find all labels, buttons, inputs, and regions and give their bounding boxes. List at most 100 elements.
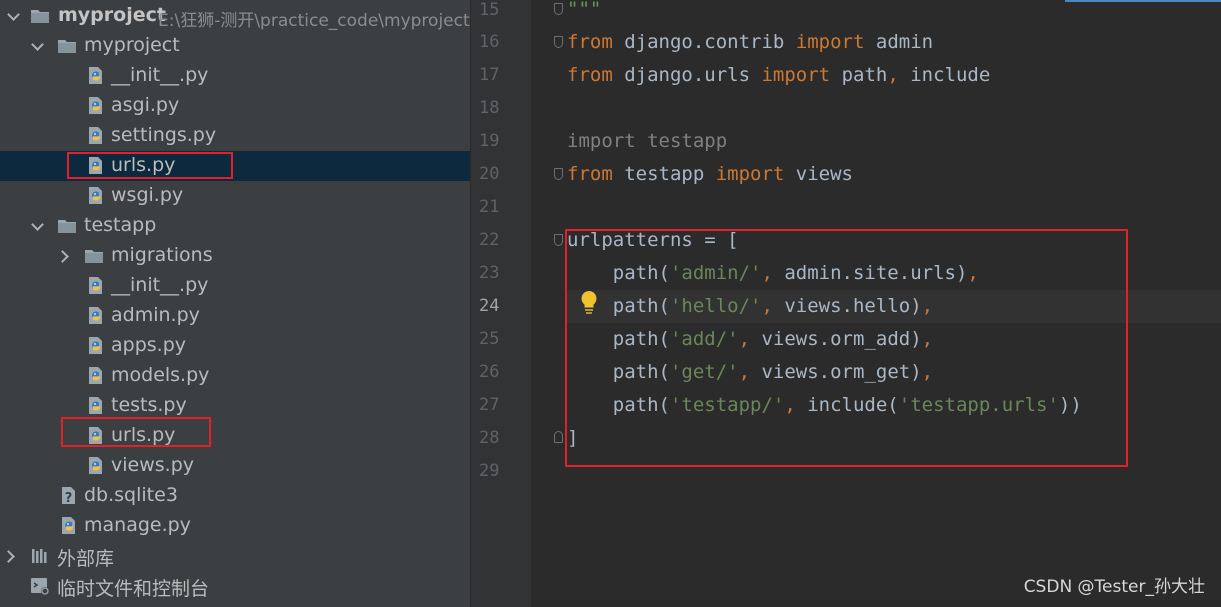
tree-item-external-libraries[interactable]: 外部库 — [0, 541, 470, 571]
line-number: 23 — [479, 263, 500, 283]
tree-item-label: __init__.py — [111, 274, 209, 296]
python-file-icon — [86, 456, 106, 476]
line-number: 21 — [479, 197, 500, 217]
tree-item-file[interactable]: manage.py — [0, 511, 470, 541]
tree-item-file[interactable]: views.py — [0, 451, 470, 481]
folder-icon — [57, 36, 77, 56]
tree-item-file[interactable]: __init__.py — [0, 61, 470, 91]
tree-item-label: myproject — [58, 4, 166, 26]
unused-import: import testapp — [567, 130, 728, 152]
punctuation: , — [887, 64, 899, 86]
line-number: 28 — [479, 428, 500, 448]
code-line-15: """ — [567, 0, 601, 26]
tree-item-label: __init__.py — [111, 64, 209, 86]
keyword: import — [715, 163, 785, 185]
tree-item-file[interactable]: apps.py — [0, 331, 470, 361]
code-line-16: from django.contrib import admin — [567, 26, 933, 59]
watermark: CSDN @Tester_孙大壮 — [1023, 577, 1205, 597]
keyword: from — [567, 64, 613, 86]
tree-item-testapp-folder[interactable]: testapp — [0, 211, 470, 241]
editor-tab-indicator — [1065, 0, 1221, 2]
fold-marker-icon[interactable] — [554, 431, 563, 443]
tree-item-file[interactable]: wsgi.py — [0, 181, 470, 211]
folder-icon — [30, 6, 50, 26]
tree-item-label: asgi.py — [111, 94, 180, 116]
keyword: import — [795, 31, 865, 53]
highlight-box-urlpatterns — [565, 229, 1128, 467]
line-number: 18 — [479, 98, 500, 118]
tree-item-migrations-folder[interactable]: migrations — [0, 241, 470, 271]
python-file-icon — [86, 126, 106, 146]
fold-marker-icon[interactable] — [554, 3, 563, 15]
line-number: 15 — [479, 0, 500, 20]
python-file-icon — [86, 276, 106, 296]
line-number: 25 — [479, 329, 500, 349]
tree-item-label: models.py — [111, 364, 210, 386]
tree-item-file[interactable]: settings.py — [0, 121, 470, 151]
python-file-icon — [59, 516, 79, 536]
tree-item-label: apps.py — [111, 334, 187, 356]
docstring-end: """ — [567, 0, 602, 20]
tree-item-label: 临时文件和控制台 — [57, 578, 210, 600]
tree-item-file[interactable]: admin.py — [0, 301, 470, 331]
library-icon — [30, 546, 50, 566]
python-file-icon — [86, 186, 106, 206]
line-number: 17 — [479, 65, 500, 85]
fold-marker-icon[interactable] — [554, 36, 563, 48]
keyword: import — [761, 64, 831, 86]
code-token: include — [898, 64, 991, 86]
chevron-right-icon[interactable] — [57, 249, 71, 263]
project-path: E:\狂狮-测开\practice_code\myproject — [158, 11, 470, 31]
tree-item-scratches[interactable]: 临时文件和控制台 — [0, 571, 470, 601]
chevron-right-icon[interactable] — [3, 549, 17, 563]
chevron-down-icon[interactable] — [6, 9, 20, 23]
tree-item-label: 外部库 — [57, 548, 115, 570]
tree-root-myproject[interactable]: myproject E:\狂狮-测开\practice_code\myproje… — [0, 1, 470, 31]
tree-item-label: manage.py — [84, 514, 191, 536]
code-token: admin — [864, 31, 934, 53]
highlight-box-urls-testapp — [61, 417, 211, 447]
python-file-icon — [86, 336, 106, 356]
python-file-icon — [86, 96, 106, 116]
tree-item-label: testapp — [84, 214, 157, 236]
tree-item-label: admin.py — [111, 304, 200, 326]
line-number: 22 — [479, 230, 500, 250]
tree-item-label: views.py — [111, 454, 194, 476]
tree-item-file[interactable]: __init__.py — [0, 271, 470, 301]
python-file-icon — [86, 366, 106, 386]
chevron-down-icon[interactable] — [30, 39, 44, 53]
code-token: django.urls — [612, 64, 762, 86]
line-number: 27 — [479, 395, 500, 415]
tree-item-label: migrations — [111, 244, 213, 266]
folder-icon — [57, 216, 77, 236]
tree-item-label: wsgi.py — [111, 184, 184, 206]
unknown-file-icon — [59, 486, 79, 506]
line-number: 16 — [479, 32, 500, 52]
chevron-down-icon[interactable] — [30, 219, 44, 233]
tree-item-file[interactable]: asgi.py — [0, 91, 470, 121]
line-number: 26 — [479, 362, 500, 382]
line-number-gutter: 15 16 17 18 19 20 21 22 23 24 25 26 27 2… — [471, 0, 531, 607]
code-token: path — [830, 64, 888, 86]
code-line-19: import testapp — [567, 125, 727, 158]
line-number: 19 — [479, 131, 500, 151]
code-token: views — [784, 163, 853, 185]
line-number: 29 — [479, 461, 500, 481]
fold-marker-icon[interactable] — [554, 234, 563, 246]
tree-item-label: myproject — [84, 34, 180, 56]
tree-item-myproject-folder[interactable]: myproject — [0, 31, 470, 61]
code-token: django.contrib — [612, 31, 796, 53]
tree-item-label: db.sqlite3 — [84, 484, 178, 506]
scratch-icon — [30, 576, 50, 596]
python-file-icon — [86, 66, 106, 86]
fold-marker-icon[interactable] — [554, 168, 563, 180]
fold-gutter — [531, 0, 567, 607]
tree-item-file[interactable]: models.py — [0, 361, 470, 391]
tree-item-file[interactable]: db.sqlite3 — [0, 481, 470, 511]
code-line-20: from testapp import views — [567, 158, 853, 191]
keyword: from — [567, 31, 613, 53]
python-file-icon — [86, 306, 106, 326]
python-file-icon — [86, 396, 106, 416]
code-token: testapp — [612, 163, 716, 185]
keyword: from — [567, 163, 613, 185]
